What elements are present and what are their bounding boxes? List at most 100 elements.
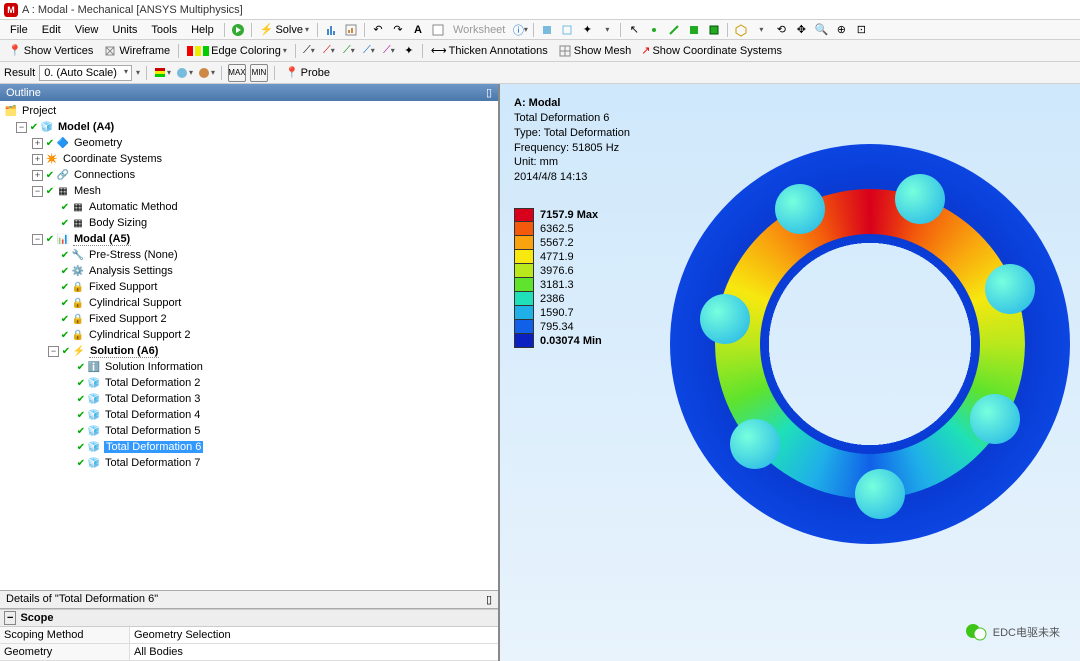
tree-solution[interactable]: −✔⚡Solution (A6) xyxy=(2,343,496,359)
tree-td2[interactable]: ✔🧊Total Deformation 2 xyxy=(2,375,496,391)
model-ball xyxy=(855,469,905,519)
tree-td3[interactable]: ✔🧊Total Deformation 3 xyxy=(2,391,496,407)
tree-fixed1[interactable]: ✔🔒Fixed Support xyxy=(2,279,496,295)
capped-icon[interactable]: ▾ xyxy=(197,64,215,82)
window-title: A : Modal - Mechanical [ANSYS Multiphysi… xyxy=(22,4,243,16)
tree-cs[interactable]: +✴️Coordinate Systems xyxy=(2,151,496,167)
details-row[interactable]: Scoping MethodGeometry Selection xyxy=(0,627,498,644)
tree-mesh[interactable]: −✔▦Mesh xyxy=(2,183,496,199)
tree-cyl2[interactable]: ✔🔒Cylindrical Support 2 xyxy=(2,327,496,343)
geom-icon[interactable]: ▾ xyxy=(175,64,193,82)
collapse-icon[interactable]: − xyxy=(16,122,27,133)
legend-label: 0.03074 Min xyxy=(540,335,602,347)
pan-icon[interactable]: ✥ xyxy=(792,21,810,39)
info-icon[interactable]: ⓘ▾ xyxy=(511,21,529,39)
pin-icon[interactable]: ▯ xyxy=(486,86,492,99)
tree-fixed2[interactable]: ✔🔒Fixed Support 2 xyxy=(2,311,496,327)
zoom-icon[interactable]: 🔍 xyxy=(812,21,830,39)
thicken-button[interactable]: ⟷ Thicken Annotations xyxy=(427,42,552,59)
expand-icon[interactable]: + xyxy=(32,170,43,181)
tree-connections[interactable]: +✔🔗Connections xyxy=(2,167,496,183)
legend-swatch xyxy=(514,250,534,264)
model-ball xyxy=(895,174,945,224)
pointer-icon[interactable]: ↖ xyxy=(625,21,643,39)
max-tag-icon[interactable]: MAX xyxy=(228,64,246,82)
viewport[interactable]: A: Modal Total Deformation 6 Type: Total… xyxy=(500,84,1080,661)
edge4-icon[interactable]: ⟋ ▾ xyxy=(380,42,398,60)
show-cs-button[interactable]: ↗Show Coordinate Systems xyxy=(637,42,786,59)
min-tag-icon[interactable]: MIN xyxy=(250,64,268,82)
pin-icon[interactable]: ▯ xyxy=(486,593,492,606)
edge-coloring-button[interactable]: Edge Coloring ▾ xyxy=(183,43,291,59)
edge3-icon[interactable]: ⟋ ▾ xyxy=(360,42,378,60)
tree-td5[interactable]: ✔🧊Total Deformation 5 xyxy=(2,423,496,439)
show-vertices-button[interactable]: 📍Show Vertices xyxy=(4,42,97,59)
collapse-icon[interactable]: − xyxy=(32,234,43,245)
tree-sol-info[interactable]: ✔ℹ️Solution Information xyxy=(2,359,496,375)
zoom-fit-icon[interactable]: ⊕ xyxy=(832,21,850,39)
tree-geometry[interactable]: +✔🔷Geometry xyxy=(2,135,496,151)
details-row[interactable]: GeometryAll Bodies xyxy=(0,644,498,661)
solve-button[interactable]: ⚡Solve ▾ xyxy=(256,21,313,38)
worksheet-button[interactable]: Worksheet xyxy=(449,22,509,38)
edge-sel-icon[interactable] xyxy=(665,21,683,39)
cs-icon: ✴️ xyxy=(45,152,59,166)
menu-edit[interactable]: Edit xyxy=(36,22,67,38)
scale-combo[interactable]: 0. (Auto Scale) xyxy=(39,65,132,81)
tree-project[interactable]: 🗂️Project xyxy=(2,103,496,119)
expand-icon[interactable]: + xyxy=(32,138,43,149)
menu-view[interactable]: View xyxy=(69,22,105,38)
wireframe-button[interactable]: Wireframe xyxy=(99,42,174,60)
coord-icon[interactable]: ✦ xyxy=(578,21,596,39)
tree-body-sizing[interactable]: ✔▦Body Sizing xyxy=(2,215,496,231)
select-body-icon[interactable] xyxy=(538,21,556,39)
legend-swatch xyxy=(514,320,534,334)
probe-button[interactable]: 📍Probe xyxy=(281,64,334,81)
result-label: Result xyxy=(4,67,35,79)
details-scope-header[interactable]: −Scope xyxy=(0,609,498,627)
new-chart-icon[interactable] xyxy=(322,21,340,39)
dim-icon[interactable]: ▾ xyxy=(598,21,616,39)
legend-label: 4771.9 xyxy=(540,251,574,263)
body-sel-icon[interactable] xyxy=(705,21,723,39)
tree-modal[interactable]: −✔📊Modal (A5) xyxy=(2,231,496,247)
iso-dd-icon[interactable]: ▾ xyxy=(752,21,770,39)
expand-icon[interactable]: + xyxy=(32,154,43,165)
rotate-icon[interactable]: ⟲ xyxy=(772,21,790,39)
show-mesh-button[interactable]: Show Mesh xyxy=(554,42,635,60)
left-panel: Outline▯ 🗂️Project −✔🧊Model (A4) +✔🔷Geom… xyxy=(0,84,500,661)
tree-model[interactable]: −✔🧊Model (A4) xyxy=(2,119,496,135)
select-face-icon[interactable] xyxy=(558,21,576,39)
tree-td6[interactable]: ✔🧊Total Deformation 6 xyxy=(2,439,496,455)
tree-td7[interactable]: ✔🧊Total Deformation 7 xyxy=(2,455,496,471)
tree-td4[interactable]: ✔🧊Total Deformation 4 xyxy=(2,407,496,423)
font-a-icon[interactable]: A xyxy=(409,21,427,39)
vertex-sel-icon[interactable] xyxy=(645,21,663,39)
redo-icon[interactable]: ↷ xyxy=(389,21,407,39)
crosshair-icon[interactable]: ✦ xyxy=(400,42,418,60)
menu-units[interactable]: Units xyxy=(106,22,143,38)
collapse-icon[interactable]: − xyxy=(32,186,43,197)
tree-cyl1[interactable]: ✔🔒Cylindrical Support xyxy=(2,295,496,311)
edge0-icon[interactable]: ⟋ ▾ xyxy=(300,42,318,60)
menu-tools[interactable]: Tools xyxy=(145,22,183,38)
edge2-icon[interactable]: ⟋ ▾ xyxy=(340,42,358,60)
menu-bar: File Edit View Units Tools Help ⚡Solve ▾… xyxy=(0,20,1080,40)
iso-icon[interactable] xyxy=(732,21,750,39)
go-icon[interactable] xyxy=(229,21,247,39)
menu-file[interactable]: File xyxy=(4,22,34,38)
menu-help[interactable]: Help xyxy=(185,22,220,38)
undo-icon[interactable]: ↶ xyxy=(369,21,387,39)
zoom-box-icon[interactable]: ⊡ xyxy=(852,21,870,39)
chart-icon[interactable] xyxy=(342,21,360,39)
model-ball xyxy=(970,394,1020,444)
collapse-icon[interactable]: − xyxy=(48,346,59,357)
contour-icon[interactable]: ▾ xyxy=(153,64,171,82)
outline-tree[interactable]: 🗂️Project −✔🧊Model (A4) +✔🔷Geometry +✴️C… xyxy=(0,101,498,590)
edge1-icon[interactable]: ⟋ ▾ xyxy=(320,42,338,60)
face-sel-icon[interactable] xyxy=(685,21,703,39)
tree-prestress[interactable]: ✔🔧Pre-Stress (None) xyxy=(2,247,496,263)
worksheet-icon[interactable] xyxy=(429,21,447,39)
tree-auto-method[interactable]: ✔▦Automatic Method xyxy=(2,199,496,215)
tree-analysis[interactable]: ✔⚙️Analysis Settings xyxy=(2,263,496,279)
